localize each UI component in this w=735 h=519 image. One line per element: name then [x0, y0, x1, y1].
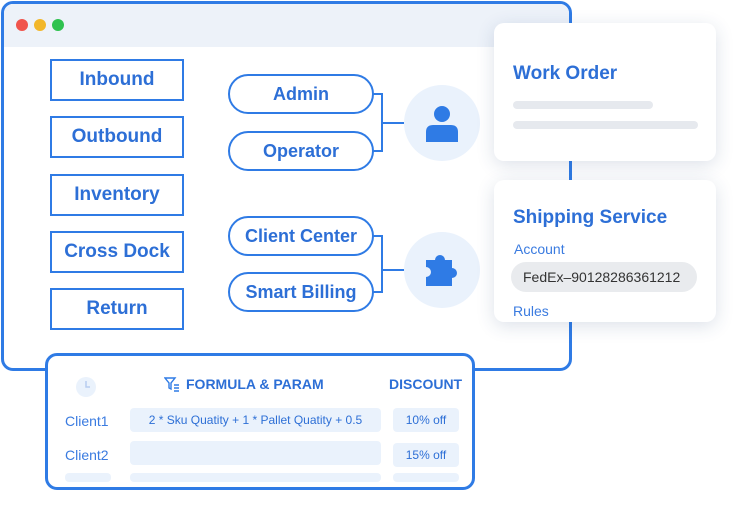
rules-label: Rules — [513, 303, 549, 319]
discount-header: DISCOUNT — [389, 376, 463, 392]
shipping-service-title: Shipping Service — [513, 207, 668, 228]
clock-icon — [76, 377, 96, 397]
formula-cell[interactable]: 2 * Sku Quatity + 1 * Pallet Quatity + 0… — [130, 408, 381, 432]
work-order-card: Work Order — [494, 23, 716, 161]
role-admin-pill[interactable]: Admin — [228, 74, 374, 114]
puzzle-icon — [426, 255, 457, 286]
role-operator-pill[interactable]: Operator — [228, 131, 374, 171]
user-icon — [426, 106, 458, 142]
placeholder-bar — [513, 121, 698, 129]
client-row-label: Client2 — [65, 447, 109, 463]
placeholder-cell — [393, 473, 459, 482]
client-row-label: Client1 — [65, 413, 109, 429]
filter-icon — [164, 377, 179, 392]
shipping-service-card: Shipping Service Account FedEx–901282863… — [494, 180, 716, 322]
formula-cell[interactable] — [130, 441, 381, 465]
placeholder-cell — [65, 473, 111, 482]
puzzle-icon-circle — [404, 232, 480, 308]
work-order-title: Work Order — [513, 63, 618, 84]
client-center-pill[interactable]: Client Center — [228, 216, 374, 256]
smart-billing-pill[interactable]: Smart Billing — [228, 272, 374, 312]
formula-param-header: FORMULA & PARAM — [186, 376, 324, 392]
placeholder-cell — [130, 473, 381, 482]
user-icon-circle — [404, 85, 480, 161]
discount-cell[interactable]: 15% off — [393, 443, 459, 467]
account-value-field[interactable]: FedEx–90128286361212 — [511, 262, 697, 292]
billing-formula-panel: FORMULA & PARAM DISCOUNT Client1 2 * Sku… — [45, 353, 475, 490]
account-label: Account — [514, 241, 565, 257]
placeholder-bar — [513, 101, 653, 109]
discount-cell[interactable]: 10% off — [393, 408, 459, 432]
